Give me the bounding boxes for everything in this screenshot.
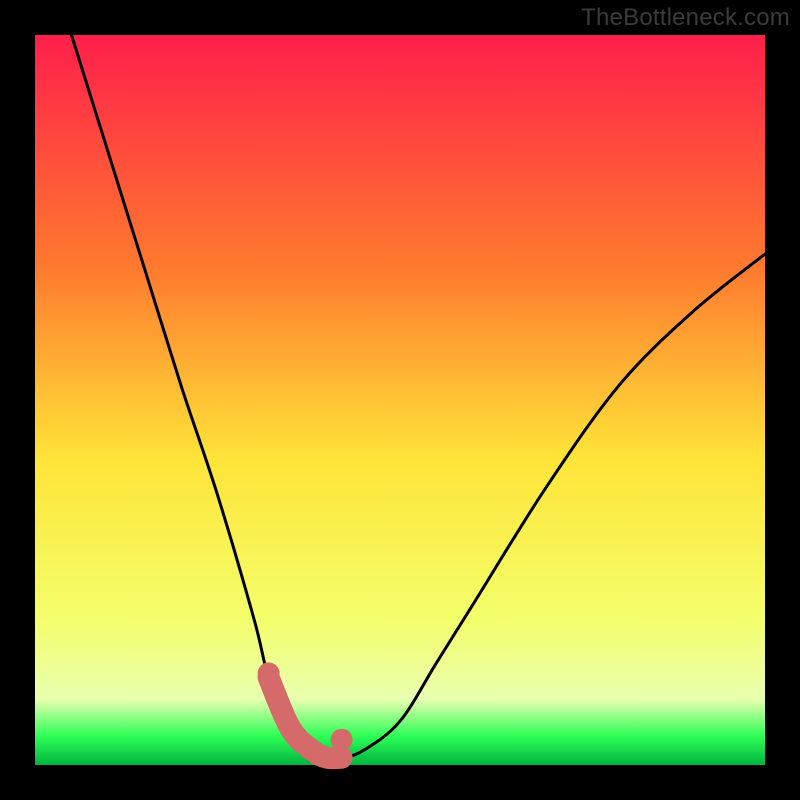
highlight-endpoint-left	[258, 662, 280, 684]
chart-frame: TheBottleneck.com	[0, 0, 800, 800]
watermark-text: TheBottleneck.com	[581, 4, 790, 32]
highlight-endpoint-right	[331, 729, 353, 751]
plot-background	[35, 35, 765, 765]
bottleneck-chart	[0, 0, 800, 800]
